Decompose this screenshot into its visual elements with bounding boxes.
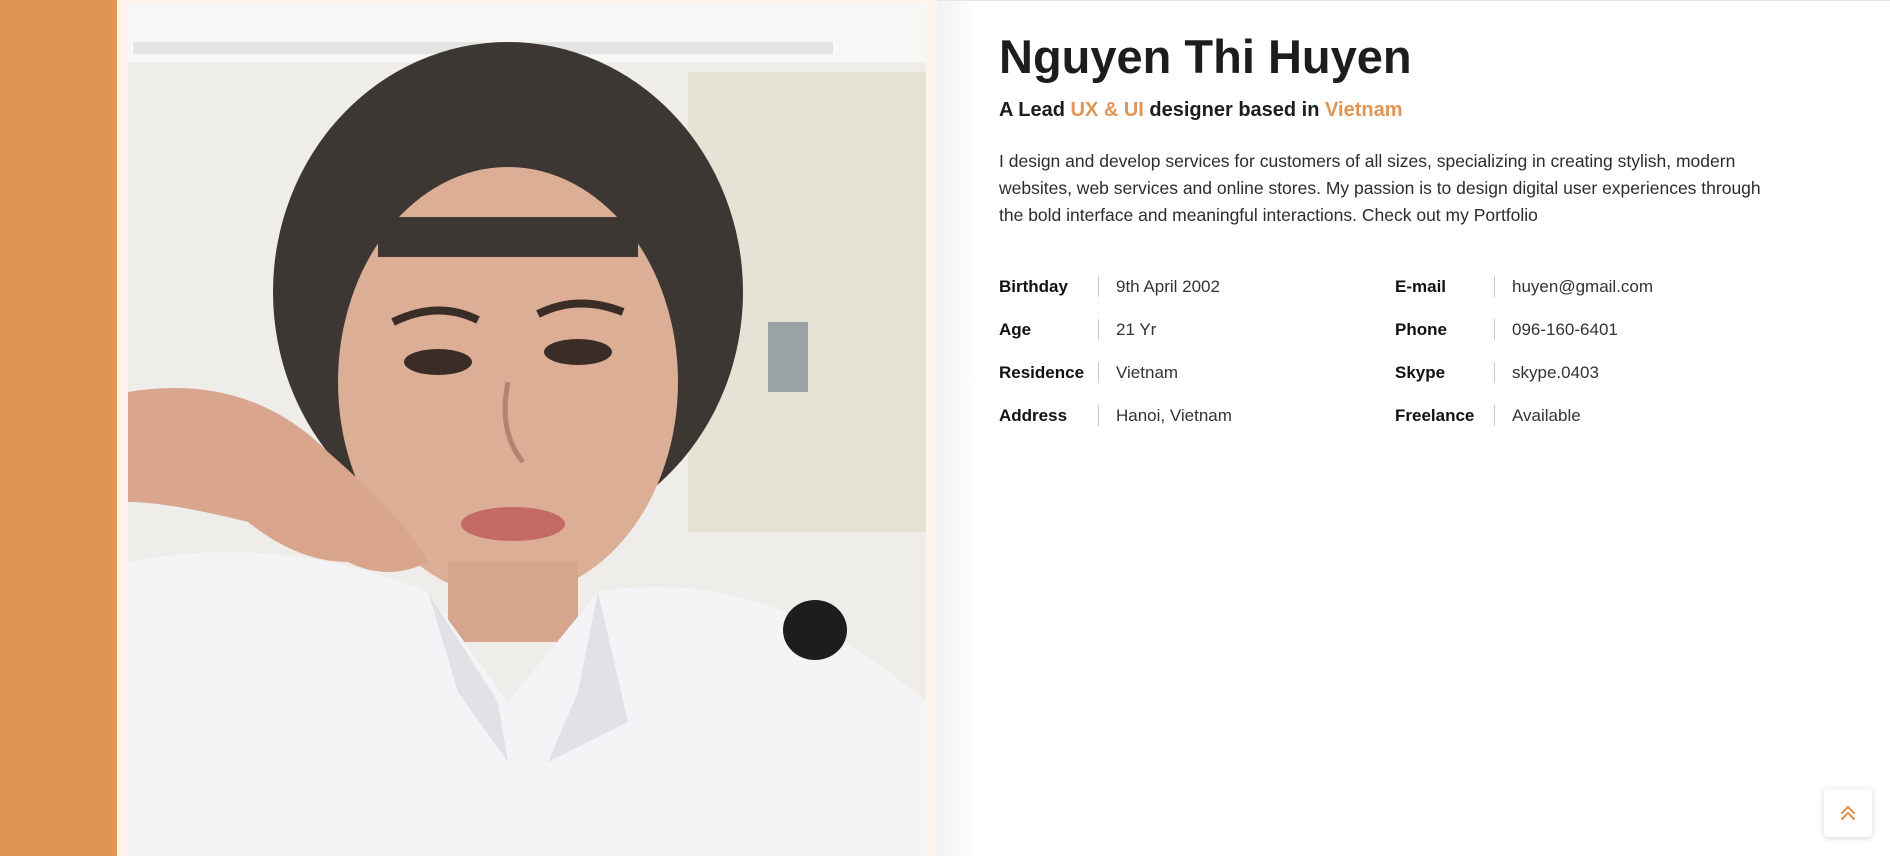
profile-photo-illustration <box>128 2 926 856</box>
phone-value: 096-160-6401 <box>1512 319 1618 339</box>
info-row-birthday: Birthday 9th April 2002 <box>999 265 1389 308</box>
skype-value: skype.0403 <box>1512 362 1599 382</box>
info-separator <box>1494 319 1495 340</box>
info-value: 9th April 2002 <box>1116 276 1220 296</box>
info-label: Freelance <box>1395 405 1475 425</box>
scroll-to-top-button[interactable] <box>1824 789 1872 837</box>
info-label: Phone <box>1395 319 1447 339</box>
profile-photo <box>128 2 926 856</box>
info-label: Age <box>999 319 1032 339</box>
info-separator <box>1494 362 1495 383</box>
info-label: Skype <box>1395 362 1446 382</box>
email-value[interactable]: huyen@gmail.com <box>1512 277 1653 297</box>
subtitle-prefix: A Lead <box>999 99 1065 121</box>
info-value: 21 Yr <box>1116 319 1157 339</box>
content-shadow <box>937 0 977 856</box>
personal-info-right: E-mail huyen@gmail.com Phone 096-160-640… <box>1395 265 1785 437</box>
info-row-age: Age 21 Yr <box>999 308 1389 351</box>
info-label: Birthday <box>999 276 1068 296</box>
info-row-skype: Skype skype.0403 <box>1395 351 1785 394</box>
freelance-value: Available <box>1512 405 1581 425</box>
info-separator <box>1098 276 1099 297</box>
subtitle-location: Vietnam <box>1325 99 1403 121</box>
accent-sidebar-band <box>0 0 117 856</box>
info-separator <box>1098 319 1099 340</box>
info-separator <box>1098 362 1099 383</box>
info-row-phone: Phone 096-160-6401 <box>1395 308 1785 351</box>
info-value: Vietnam <box>1116 362 1179 382</box>
info-row-residence: Residence Vietnam <box>999 351 1389 394</box>
subtitle-skill: UX & UI <box>1070 99 1144 121</box>
top-divider <box>937 0 1890 1</box>
profile-bio: I design and develop services for custom… <box>999 151 1761 225</box>
info-label: Residence <box>999 362 1085 382</box>
personal-info-left: Birthday 9th April 2002 Age 21 Yr Reside… <box>999 265 1389 437</box>
info-separator <box>1494 276 1495 297</box>
info-row-email: E-mail huyen@gmail.com <box>1395 265 1785 308</box>
info-value: Hanoi, Vietnam <box>1116 405 1232 425</box>
info-label: Address <box>999 405 1068 425</box>
profile-subtitle: A Lead UX & UI designer based in Vietnam <box>999 99 1402 122</box>
info-label: E-mail <box>1395 276 1447 296</box>
info-row-freelance: Freelance Available <box>1395 394 1785 437</box>
double-chevron-up-icon <box>1840 805 1856 821</box>
info-separator <box>1494 405 1495 426</box>
profile-name: Nguyen Thi Huyen <box>999 30 1412 83</box>
subtitle-middle: designer based in <box>1149 99 1320 121</box>
info-separator <box>1098 405 1099 426</box>
info-row-address: Address Hanoi, Vietnam <box>999 394 1389 437</box>
